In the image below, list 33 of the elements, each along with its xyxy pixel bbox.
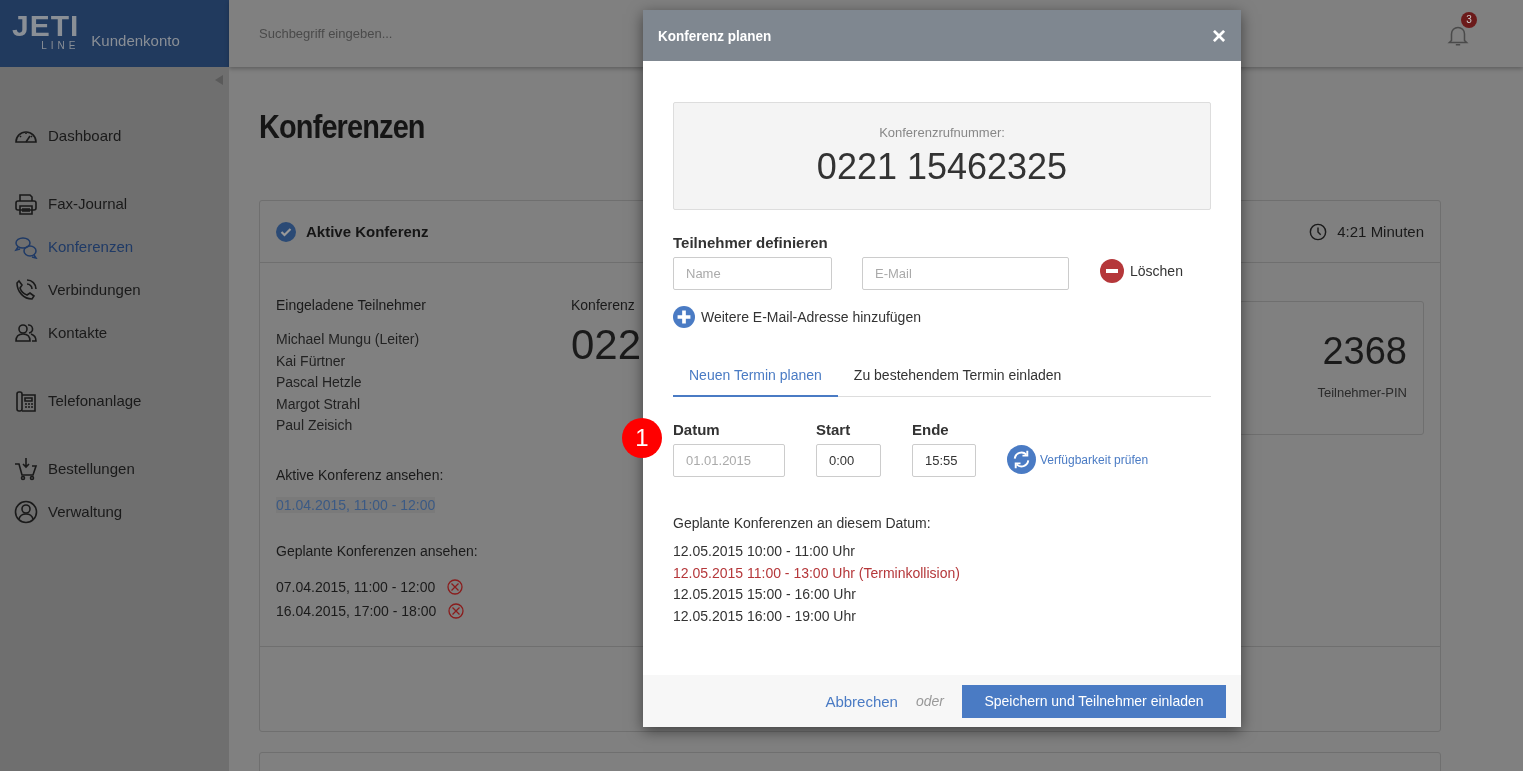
section-heading: Geplante Konferenzen an diesem Datum:: [673, 515, 932, 531]
scheduled-conference: 12.05.2015 15:00 - 16:00 Uhr: [673, 585, 857, 604]
logo-text: JETI: [12, 11, 80, 41]
field-label: Ende: [912, 421, 950, 438]
notification-badge: 3: [1461, 11, 1477, 28]
scheduled-conference: 12.05.2015 16:00 - 19:00 Uhr: [673, 606, 857, 626]
number-label: Konferenz: [571, 297, 636, 313]
conference-number: 0221 15462325: [816, 145, 1068, 188]
participant-name: Michael Mungu (Leiter): [276, 330, 421, 349]
participant-name: Kai Fürtner: [276, 351, 347, 371]
section-heading: Aktive Konferenz ansehen:: [276, 466, 445, 483]
or-text: oder: [915, 693, 944, 709]
number-label: Konferenzrufnummer:: [879, 124, 1005, 140]
page-title: Konferenzen: [259, 107, 425, 146]
duration-text: 4:21 Minuten: [1337, 223, 1424, 240]
section-heading: Eingeladene Teilnehmer: [276, 297, 427, 313]
dialog-title: Konferenz planen: [658, 27, 772, 44]
participant-name: Paul Zeisich: [276, 416, 354, 435]
section-heading: Teilnehmer definieren: [673, 234, 829, 251]
participant-name: Pascal Hetzle: [276, 373, 363, 392]
step-marker: 1: [622, 418, 662, 458]
account-label: Kundenkonto: [91, 32, 180, 51]
logo-subtext: LINE: [40, 41, 80, 51]
pin-number: 2368: [1321, 330, 1407, 373]
scheduled-conference: 12.05.2015 11:00 - 13:00 Uhr (Terminkollision): [673, 563, 961, 583]
participant-name: Margot Strahl: [276, 394, 362, 414]
section-heading: Geplante Konferenzen ansehen:: [276, 542, 479, 559]
field-label: Datum: [673, 421, 721, 438]
field-label: Start: [816, 421, 852, 438]
conference-number: 022: [571, 321, 643, 369]
card-title: Aktive Konferenz: [306, 223, 430, 240]
pin-label: Teilnehmer-PIN: [1316, 385, 1407, 400]
scheduled-conference: 12.05.2015 10:00 - 11:00 Uhr: [673, 542, 856, 561]
